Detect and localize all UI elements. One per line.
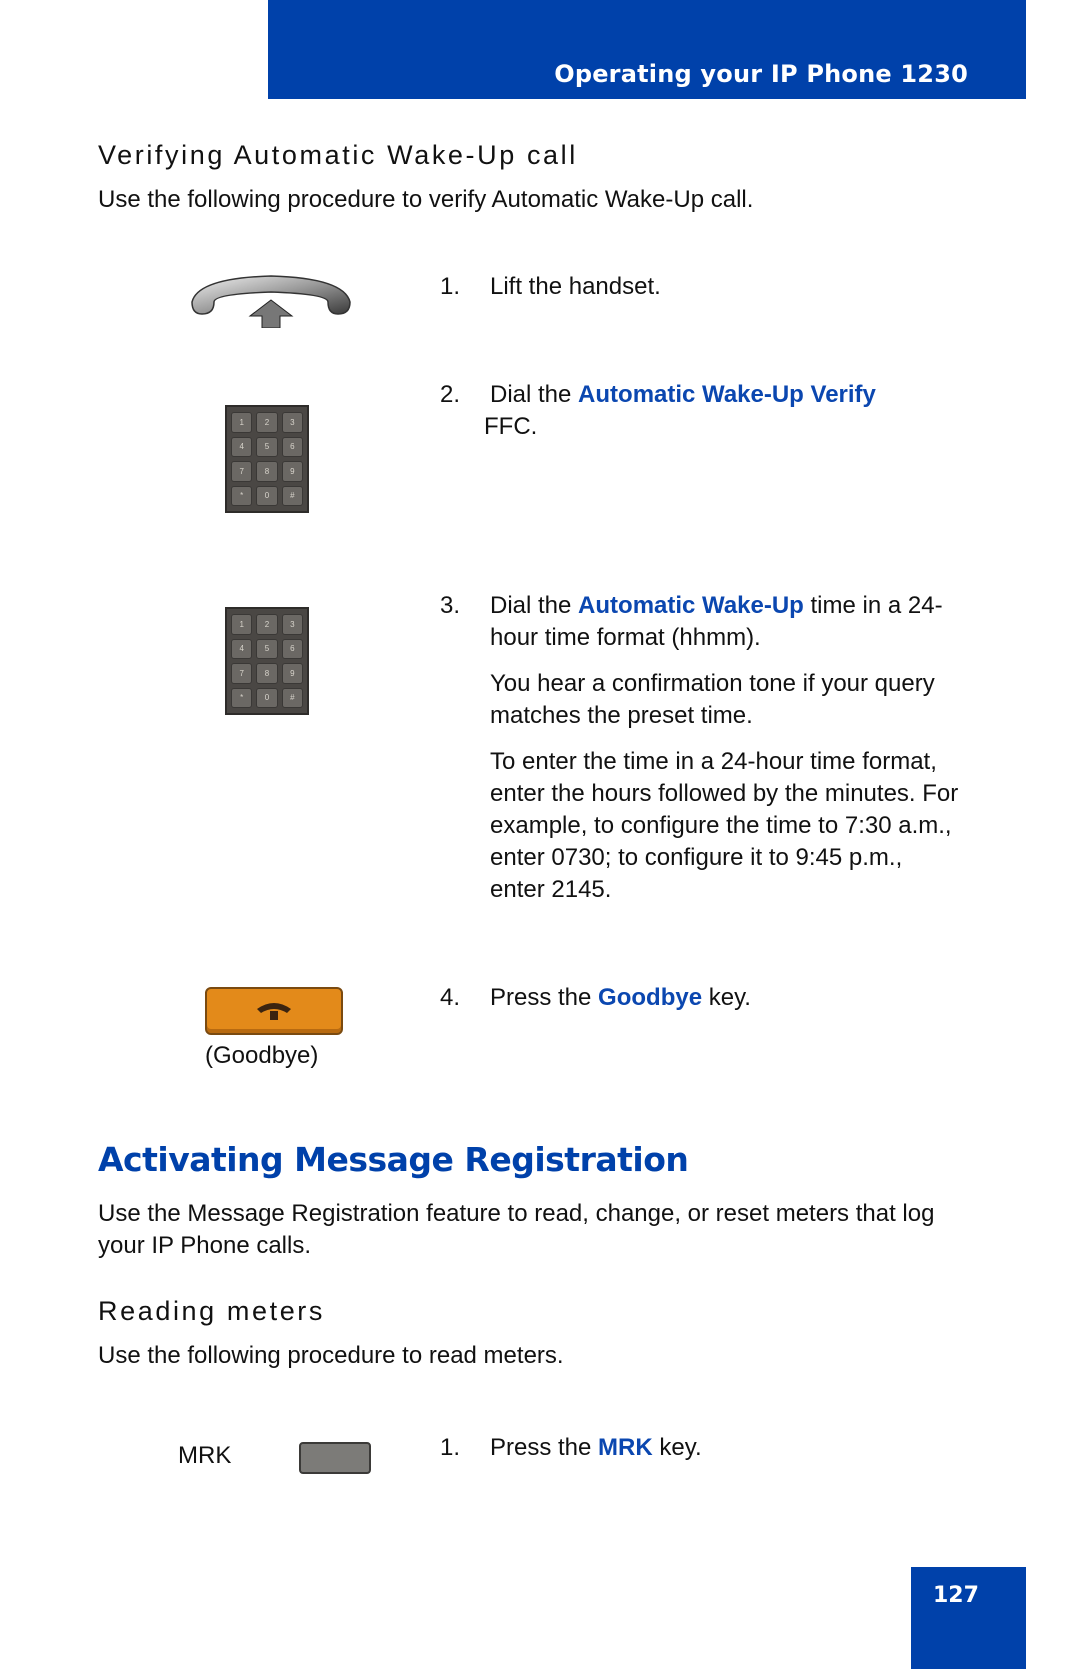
keypad-key: 0	[256, 485, 278, 506]
keypad-key: 9	[281, 461, 303, 482]
keypad-key: *	[231, 687, 253, 708]
section-heading-message-registration: Activating Message Registration	[98, 1140, 689, 1179]
keypad-key: 5	[256, 638, 278, 659]
page-number: 127	[933, 1583, 979, 1608]
reading-step-1: 1. Press the MRK key.	[440, 1434, 702, 1461]
keypad-key: 9	[281, 663, 303, 684]
verify-step-1: 1. Lift the handset.	[440, 273, 661, 300]
keypad-key: 5	[256, 436, 278, 457]
keypad-key: 8	[256, 461, 278, 482]
mrk-key-label: MRK	[178, 1442, 232, 1469]
verify-step-3: 3. Dial the Automatic Wake-Up time in a …	[440, 590, 960, 920]
header-bar: Operating your IP Phone 1230	[268, 0, 1026, 99]
keypad-key: 3	[281, 614, 303, 635]
keypad-key: *	[231, 485, 253, 506]
step-3-note-2: To enter the time in a 24-hour time form…	[490, 748, 959, 903]
page-number-box: 127	[911, 1567, 1026, 1669]
keypad-key: #	[281, 485, 303, 506]
keypad-key: 4	[231, 436, 253, 457]
keypad-key: 6	[281, 638, 303, 659]
verify-step-2: 2. Dial the Automatic Wake-Up Verify FFC…	[440, 381, 876, 440]
keypad-key: 1	[231, 614, 253, 635]
keypad-key: #	[281, 687, 303, 708]
handset-lift-icon	[191, 275, 351, 328]
section-intro-verify: Use the following procedure to verify Au…	[98, 186, 754, 213]
section-heading-reading-meters: Reading meters	[98, 1296, 325, 1326]
keypad-key: 3	[281, 412, 303, 433]
keypad-key: 2	[256, 614, 278, 635]
section-intro-message-registration: Use the Message Registration feature to …	[98, 1200, 935, 1259]
header-title: Operating your IP Phone 1230	[554, 60, 968, 88]
section-intro-reading-meters: Use the following procedure to read mete…	[98, 1342, 564, 1369]
mrk-key-icon	[299, 1442, 371, 1474]
keypad-key: 4	[231, 638, 253, 659]
ffc-name: Automatic Wake-Up Verify	[578, 381, 876, 408]
keypad-key: 7	[231, 461, 253, 482]
keypad-key: 0	[256, 687, 278, 708]
step-3-note-1: You hear a confirmation tone if your que…	[490, 670, 935, 729]
keypad-key: 1	[231, 412, 253, 433]
keypad-icon: 1 2 3 4 5 6 7 8 9 * 0 #	[225, 405, 309, 513]
section-heading-verify: Verifying Automatic Wake-Up call	[98, 140, 578, 170]
keypad-icon: 1 2 3 4 5 6 7 8 9 * 0 #	[225, 607, 309, 715]
verify-step-4: 4. Press the Goodbye key.	[440, 984, 751, 1011]
keypad-key: 6	[281, 436, 303, 457]
phone-hangup-icon	[257, 1003, 291, 1020]
goodbye-key-icon	[205, 987, 343, 1035]
keypad-key: 7	[231, 663, 253, 684]
goodbye-caption: (Goodbye)	[205, 1042, 319, 1069]
keypad-key: 2	[256, 412, 278, 433]
keypad-key: 8	[256, 663, 278, 684]
